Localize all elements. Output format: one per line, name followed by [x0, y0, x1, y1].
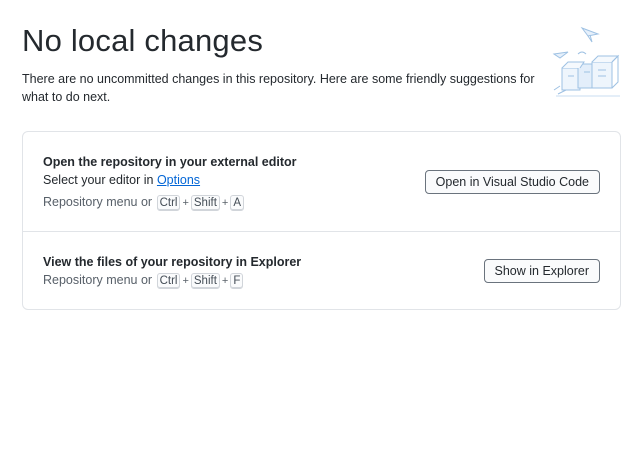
open-editor-description: Select your editor in Options: [43, 173, 200, 187]
options-link[interactable]: Options: [157, 173, 200, 187]
page-subtitle: There are no uncommitted changes in this…: [22, 72, 535, 104]
open-in-visual-studio-code-button[interactable]: Open in Visual Studio Code: [424, 170, 600, 194]
show-explorer-title: View the files of your repository in Exp…: [43, 255, 302, 269]
key-ctrl: Ctrl: [156, 195, 181, 211]
plus-glyph: +: [221, 275, 229, 287]
shortcut-prefix: Repository menu or: [43, 273, 153, 287]
plus-glyph: +: [182, 197, 189, 209]
key-a: A: [230, 195, 245, 211]
plus-glyph: +: [221, 197, 229, 209]
key-shift: Shift: [190, 195, 220, 211]
shortcut-prefix: Repository menu or: [43, 195, 153, 209]
open-editor-title: Open the repository in your external edi…: [43, 155, 297, 169]
page-title: No local changes: [22, 23, 264, 58]
open-editor-description-text: Select your editor in: [43, 173, 157, 187]
key-f: F: [230, 273, 244, 289]
show-in-explorer-suggestion: View the files of your repository in Exp…: [23, 232, 620, 309]
show-explorer-shortcut: Repository menu or Ctrl + Shift + F: [43, 273, 244, 289]
key-ctrl: Ctrl: [156, 273, 181, 289]
open-in-editor-suggestion: Open the repository in your external edi…: [23, 132, 620, 232]
header: No local changes There are no uncommitte…: [22, 22, 542, 106]
suggestions-panel: Open the repository in your external edi…: [22, 131, 621, 310]
plus-glyph: +: [182, 275, 189, 287]
paper-airplanes-boxes-illustration-icon: [552, 26, 620, 97]
show-in-explorer-button[interactable]: Show in Explorer: [483, 259, 600, 283]
key-shift: Shift: [190, 273, 220, 289]
open-editor-shortcut: Repository menu or Ctrl + Shift + A: [43, 195, 245, 211]
